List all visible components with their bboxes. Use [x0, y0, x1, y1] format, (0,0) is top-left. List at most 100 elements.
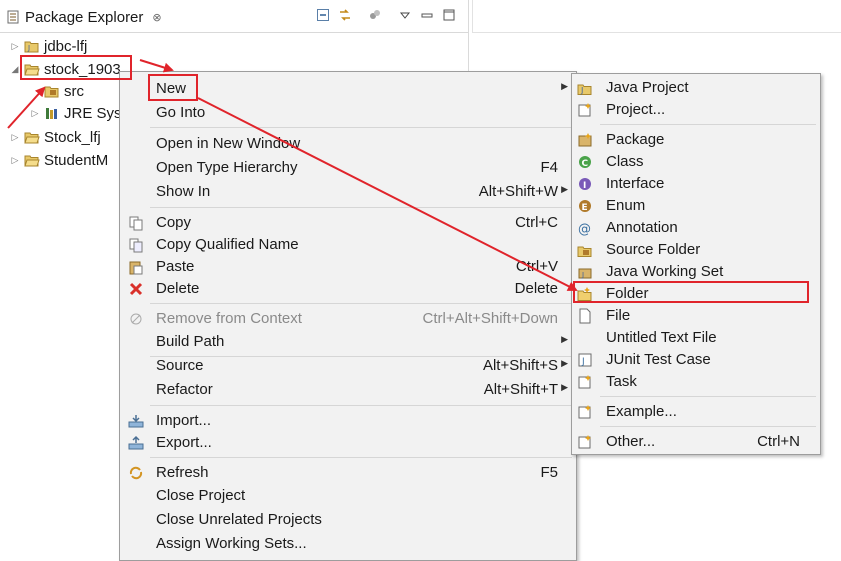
source-folder-icon	[44, 86, 59, 98]
menu-separator	[600, 396, 816, 397]
submenu-item-enum[interactable]: E Enum	[572, 195, 820, 217]
menu-item-open-type-hierarchy[interactable]: Open Type Hierarchy F4	[120, 157, 576, 179]
collapse-all-icon[interactable]	[316, 8, 330, 22]
menu-item-export[interactable]: Export...	[120, 432, 576, 454]
file-icon	[579, 308, 591, 324]
menu-item-refresh[interactable]: Refresh F5	[120, 462, 576, 484]
example-icon	[578, 405, 591, 419]
new-project-icon	[578, 103, 591, 117]
refresh-icon	[129, 466, 143, 480]
submenu-item-source-folder[interactable]: Source Folder	[572, 239, 820, 261]
tree-item-jre[interactable]: ▷ JRE Syst	[30, 102, 126, 124]
tree-item-stock-lfj[interactable]: ▷ Stock_lfj	[10, 126, 101, 148]
svg-text:C: C	[582, 159, 589, 169]
menu-item-paste[interactable]: Paste Ctrl+V	[120, 256, 576, 278]
tree-item-label: JRE Syst	[64, 104, 126, 122]
menu-separator	[150, 207, 572, 208]
editor-tab-area	[472, 0, 841, 33]
paste-icon	[129, 261, 143, 275]
submenu-item-example[interactable]: Example...	[572, 401, 820, 423]
submenu-item-project[interactable]: Project...	[572, 99, 820, 121]
package-explorer-tab[interactable]: Package Explorer ⊗	[0, 0, 468, 33]
import-icon	[128, 415, 144, 428]
menu-item-close-unrelated[interactable]: Close Unrelated Projects	[120, 509, 576, 531]
menu-separator	[150, 127, 572, 128]
annotation-icon: @	[578, 222, 591, 236]
filter-icon[interactable]	[368, 8, 382, 22]
collapse-icon[interactable]: ◢	[10, 64, 20, 75]
submenu-item-task[interactable]: Task	[572, 371, 820, 393]
minimize-icon[interactable]	[420, 8, 434, 22]
submenu-item-untitled-text-file[interactable]: Untitled Text File	[572, 327, 820, 349]
submenu-item-package[interactable]: Package	[572, 129, 820, 151]
expand-icon[interactable]: ▷	[30, 108, 40, 119]
menu-item-remove-from-context: Remove from Context Ctrl+Alt+Shift+Down	[120, 308, 576, 330]
menu-item-copy-qualified-name[interactable]: Copy Qualified Name	[120, 234, 576, 256]
menu-separator	[600, 426, 816, 427]
menu-item-source[interactable]: Source Alt+Shift+S ▶	[120, 355, 576, 377]
copy-qualified-icon	[129, 238, 143, 253]
package-icon	[578, 133, 592, 147]
source-folder-icon	[577, 246, 592, 257]
delete-icon	[129, 282, 143, 296]
link-with-editor-icon[interactable]	[338, 8, 352, 22]
library-icon	[46, 108, 57, 119]
working-set-icon: J	[578, 268, 592, 279]
junit-icon: J	[578, 353, 592, 367]
submenu-item-java-project[interactable]: J Java Project	[572, 77, 820, 99]
submenu-item-annotation[interactable]: @ Annotation	[572, 217, 820, 239]
copy-icon	[129, 216, 143, 231]
submenu-arrow-icon: ▶	[561, 382, 568, 392]
context-menu: New ▶ Go Into Open in New Window Open Ty…	[119, 71, 577, 561]
submenu-item-interface[interactable]: I Interface	[572, 173, 820, 195]
expand-icon[interactable]: ▷	[10, 155, 20, 166]
tree-item-jdbc-lfj[interactable]: ▷ J jdbc-lfj	[10, 35, 88, 57]
maximize-icon[interactable]	[442, 8, 456, 22]
view-title-area[interactable]: Package Explorer ⊗	[6, 7, 162, 27]
task-icon	[578, 375, 591, 389]
submenu-item-file[interactable]: File	[572, 305, 820, 327]
submenu-arrow-icon: ▶	[561, 184, 568, 194]
svg-text:J: J	[581, 357, 585, 367]
highlight-box-project	[20, 55, 132, 80]
project-icon: J	[24, 41, 39, 53]
view-title: Package Explorer	[25, 8, 144, 26]
interface-icon: I	[579, 178, 591, 191]
svg-text:J: J	[580, 86, 583, 95]
view-menu-icon[interactable]	[398, 8, 412, 22]
menu-item-assign-working-sets[interactable]: Assign Working Sets...	[120, 533, 576, 555]
svg-text:J: J	[27, 44, 30, 52]
project-icon	[24, 155, 40, 167]
submenu-item-other[interactable]: Other... Ctrl+N	[572, 431, 820, 453]
menu-item-build-path[interactable]: Build Path ▶	[120, 331, 576, 353]
expand-icon[interactable]: ▷	[10, 132, 20, 143]
class-icon: C	[579, 156, 591, 169]
tree-item-studentm[interactable]: ▷ StudentM	[10, 149, 109, 171]
submenu-item-class[interactable]: C Class	[572, 151, 820, 173]
menu-separator	[600, 124, 816, 125]
menu-item-refactor[interactable]: Refactor Alt+Shift+T ▶	[120, 379, 576, 401]
arrow-to-new	[139, 59, 174, 73]
java-project-icon: J	[577, 84, 592, 95]
menu-item-close-project[interactable]: Close Project	[120, 485, 576, 507]
export-icon	[128, 435, 144, 450]
menu-separator	[150, 303, 572, 304]
menu-item-import[interactable]: Import...	[120, 410, 576, 432]
menu-item-go-into[interactable]: Go Into	[120, 102, 576, 124]
tree-item-src[interactable]: src	[30, 80, 84, 102]
expand-icon[interactable]: ▷	[10, 41, 20, 52]
menu-separator	[150, 457, 572, 458]
svg-text:E: E	[582, 203, 588, 213]
tree-item-label: Stock_lfj	[44, 128, 101, 146]
menu-item-show-in[interactable]: Show In Alt+Shift+W ▶	[120, 181, 576, 203]
menu-separator	[150, 405, 572, 406]
menu-item-open-new-window[interactable]: Open in New Window	[120, 133, 576, 155]
menu-item-copy[interactable]: Copy Ctrl+C	[120, 212, 576, 234]
highlight-box-folder	[573, 281, 809, 303]
menu-item-delete[interactable]: Delete Delete	[120, 278, 576, 300]
submenu-item-junit-test-case[interactable]: J JUnit Test Case	[572, 349, 820, 371]
submenu-item-java-working-set[interactable]: J Java Working Set	[572, 261, 820, 283]
package-explorer-icon	[7, 10, 19, 24]
close-icon[interactable]: ⊗	[152, 11, 161, 24]
new-submenu: J Java Project Project... Package C Clas…	[571, 73, 821, 455]
